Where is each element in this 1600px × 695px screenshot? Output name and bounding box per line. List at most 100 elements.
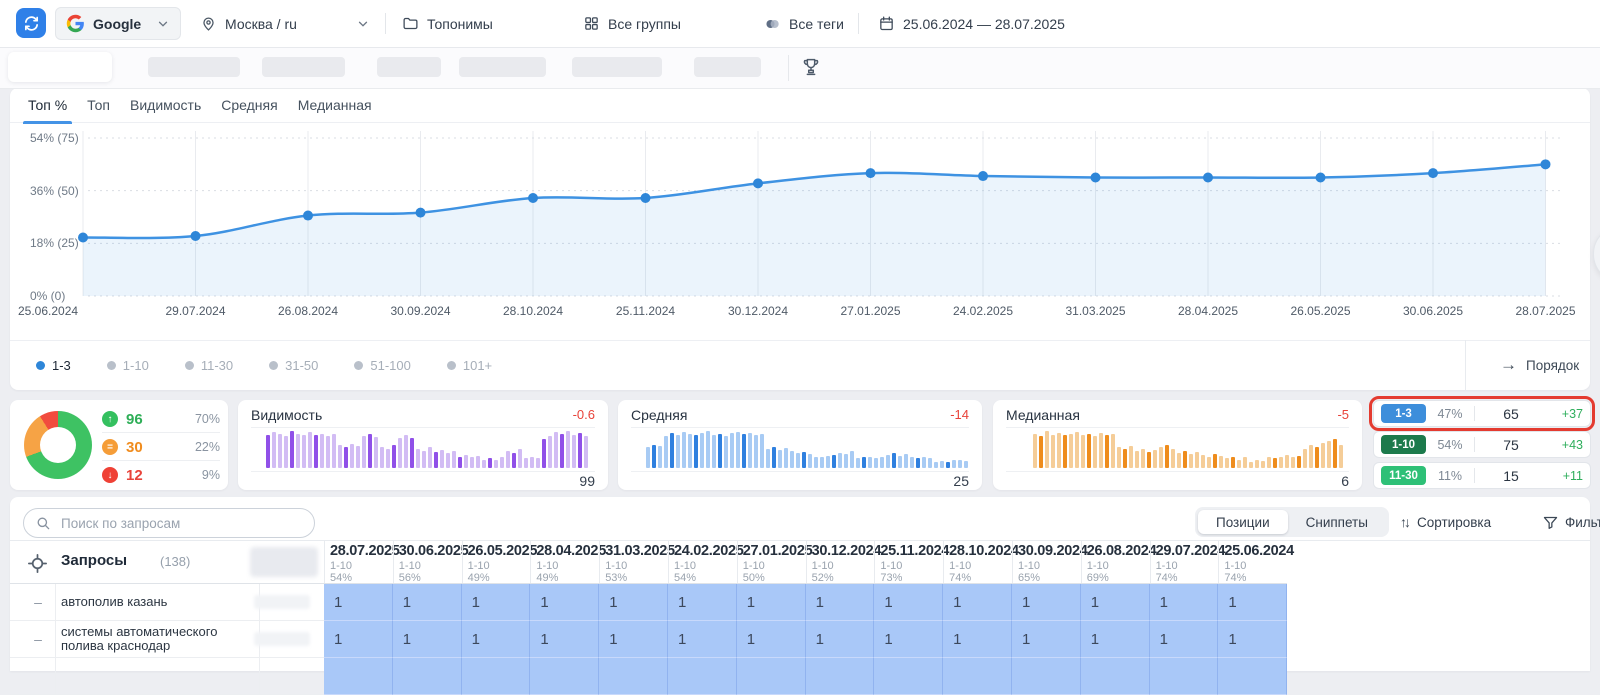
position-cell[interactable]: 1 (1012, 584, 1081, 621)
position-cell[interactable] (1081, 658, 1150, 695)
position-cell[interactable]: 1 (530, 584, 599, 621)
search-input[interactable] (59, 515, 303, 532)
query-cell[interactable]: автополив казань (61, 595, 251, 609)
legend-item-1-3[interactable]: 1-3 (36, 358, 71, 373)
position-cell[interactable]: 1 (806, 584, 875, 621)
column-header-31.03.2025[interactable]: 31.03.20251-1053% (599, 540, 668, 584)
filter-button[interactable]: Фильтр (1542, 507, 1600, 537)
query-search[interactable] (23, 508, 315, 538)
position-cell[interactable] (530, 658, 599, 695)
position-cell[interactable]: 1 (1150, 621, 1219, 658)
position-cell[interactable]: 1 (393, 584, 462, 621)
position-cell[interactable] (737, 658, 806, 695)
column-header-28.04.2025[interactable]: 28.04.20251-1049% (530, 540, 599, 584)
position-cell[interactable]: 1 (462, 621, 531, 658)
trophy-icon[interactable] (800, 56, 822, 78)
position-cell[interactable] (806, 658, 875, 695)
order-button[interactable]: → Порядок (1465, 340, 1600, 390)
position-cell[interactable]: 1 (943, 621, 1012, 658)
column-header-30.09.2024[interactable]: 30.09.20241-1065% (1012, 540, 1081, 584)
column-header-29.07.2024[interactable]: 29.07.20241-1074% (1150, 540, 1219, 584)
target-crosshair-icon[interactable] (26, 552, 49, 575)
query-cell[interactable]: системы автоматического полива краснодар (61, 625, 251, 653)
refresh-button[interactable] (16, 8, 46, 38)
position-cell[interactable] (668, 658, 737, 695)
groups-label: Все группы (608, 16, 681, 32)
position-cell[interactable]: 1 (874, 621, 943, 658)
chart-tab-4[interactable]: Медианная (298, 88, 372, 123)
position-cell[interactable]: 1 (1218, 621, 1287, 658)
tags-button[interactable]: Все теги (763, 0, 844, 47)
legend-item-51-100[interactable]: 51-100 (354, 358, 410, 373)
legend-item-31-50[interactable]: 31-50 (269, 358, 318, 373)
top-range-row-11-30[interactable]: 11-3011%15+11 (1373, 462, 1591, 489)
position-cell[interactable]: 1 (668, 621, 737, 658)
chart-tab-2[interactable]: Видимость (130, 88, 201, 123)
date-range-picker[interactable]: 25.06.2024 — 28.07.2025 (878, 0, 1065, 47)
position-cell[interactable]: 1 (1081, 584, 1150, 621)
position-cell[interactable]: 1 (599, 621, 668, 658)
position-cell[interactable]: 1 (668, 584, 737, 621)
position-cell[interactable]: 1 (737, 584, 806, 621)
visibility-card[interactable]: Видимость -0.6 99 (238, 400, 608, 490)
column-header-25.06.2024[interactable]: 25.06.20241-1074% (1218, 540, 1287, 584)
position-cell[interactable]: 1 (599, 584, 668, 621)
positions-tab[interactable]: Позиции (1198, 510, 1288, 534)
legend-item-1-10[interactable]: 1-10 (107, 358, 149, 373)
column-header-30.06.2025[interactable]: 30.06.20251-1056% (393, 540, 462, 584)
column-header-24.02.2025[interactable]: 24.02.20251-1054% (668, 540, 737, 584)
spark-bar (470, 457, 474, 468)
column-date: 25.06.2024 (1224, 543, 1287, 559)
column-header-26.05.2025[interactable]: 26.05.20251-1049% (462, 540, 531, 584)
column-header-26.08.2024[interactable]: 26.08.20241-1069% (1081, 540, 1150, 584)
legend-item-101+[interactable]: 101+ (447, 358, 492, 373)
position-cell[interactable]: 1 (874, 584, 943, 621)
top-range-row-1-10[interactable]: 1-1054%75+43 (1373, 431, 1591, 458)
groups-button[interactable]: Все группы (583, 0, 681, 47)
position-cell[interactable] (324, 658, 393, 695)
position-cell[interactable] (462, 658, 531, 695)
position-cell[interactable] (393, 658, 462, 695)
top-range-row-1-3[interactable]: 1-347%65+37 (1373, 400, 1591, 427)
position-cell[interactable]: 1 (324, 584, 393, 621)
position-cell[interactable]: 1 (393, 621, 462, 658)
position-cell[interactable]: 1 (530, 621, 599, 658)
position-cell[interactable]: 1 (1150, 584, 1219, 621)
position-cell[interactable] (874, 658, 943, 695)
region-select[interactable]: Москва / ru (200, 0, 370, 47)
snippets-tab[interactable]: Сниппеты (1288, 510, 1386, 534)
chart-tab-3[interactable]: Средняя (221, 88, 277, 123)
chart-tab-0[interactable]: Топ % (28, 88, 67, 123)
scroll-right-button[interactable] (1593, 225, 1600, 283)
position-cell[interactable]: 1 (324, 621, 393, 658)
average-position-card[interactable]: Средняя -14 25 (618, 400, 982, 490)
position-cell[interactable] (943, 658, 1012, 695)
position-cell[interactable]: 1 (943, 584, 1012, 621)
position-cell[interactable]: 1 (1081, 621, 1150, 658)
row-left-section: –автополив казань (10, 584, 324, 621)
position-cell[interactable] (1150, 658, 1219, 695)
position-cell[interactable] (1012, 658, 1081, 695)
sort-button[interactable]: ↑↓ Сортировка (1400, 507, 1491, 537)
search-engine-select[interactable]: Google (55, 7, 181, 40)
range-count: 15 (1481, 468, 1541, 484)
median-position-card[interactable]: Медианная -5 6 (993, 400, 1362, 490)
column-header-28.07.2025[interactable]: 28.07.20251-1054% (324, 540, 393, 584)
position-cell[interactable]: 1 (1218, 584, 1287, 621)
column-header-25.11.2024[interactable]: 25.11.20241-1073% (874, 540, 943, 584)
toponyms-button[interactable]: Топонимы (402, 0, 493, 47)
chart-tab-1[interactable]: Топ (87, 88, 110, 123)
top-percent-chart[interactable]: 54% (75)36% (50)18% (25)0% (0)25.06.2024… (10, 123, 1590, 335)
x-axis-label: 30.12.2024 (708, 304, 808, 318)
position-cell[interactable]: 1 (737, 621, 806, 658)
position-cell[interactable] (599, 658, 668, 695)
position-cell[interactable]: 1 (1012, 621, 1081, 658)
column-header-27.01.2025[interactable]: 27.01.20251-1050% (737, 540, 806, 584)
position-cell[interactable]: 1 (806, 621, 875, 658)
position-cell[interactable] (1218, 658, 1287, 695)
column-header-30.12.2024[interactable]: 30.12.20241-1052% (806, 540, 875, 584)
legend-item-11-30[interactable]: 11-30 (185, 358, 233, 373)
position-cell[interactable]: 1 (462, 584, 531, 621)
spark-bar (676, 435, 680, 468)
column-header-28.10.2024[interactable]: 28.10.20241-1074% (943, 540, 1012, 584)
